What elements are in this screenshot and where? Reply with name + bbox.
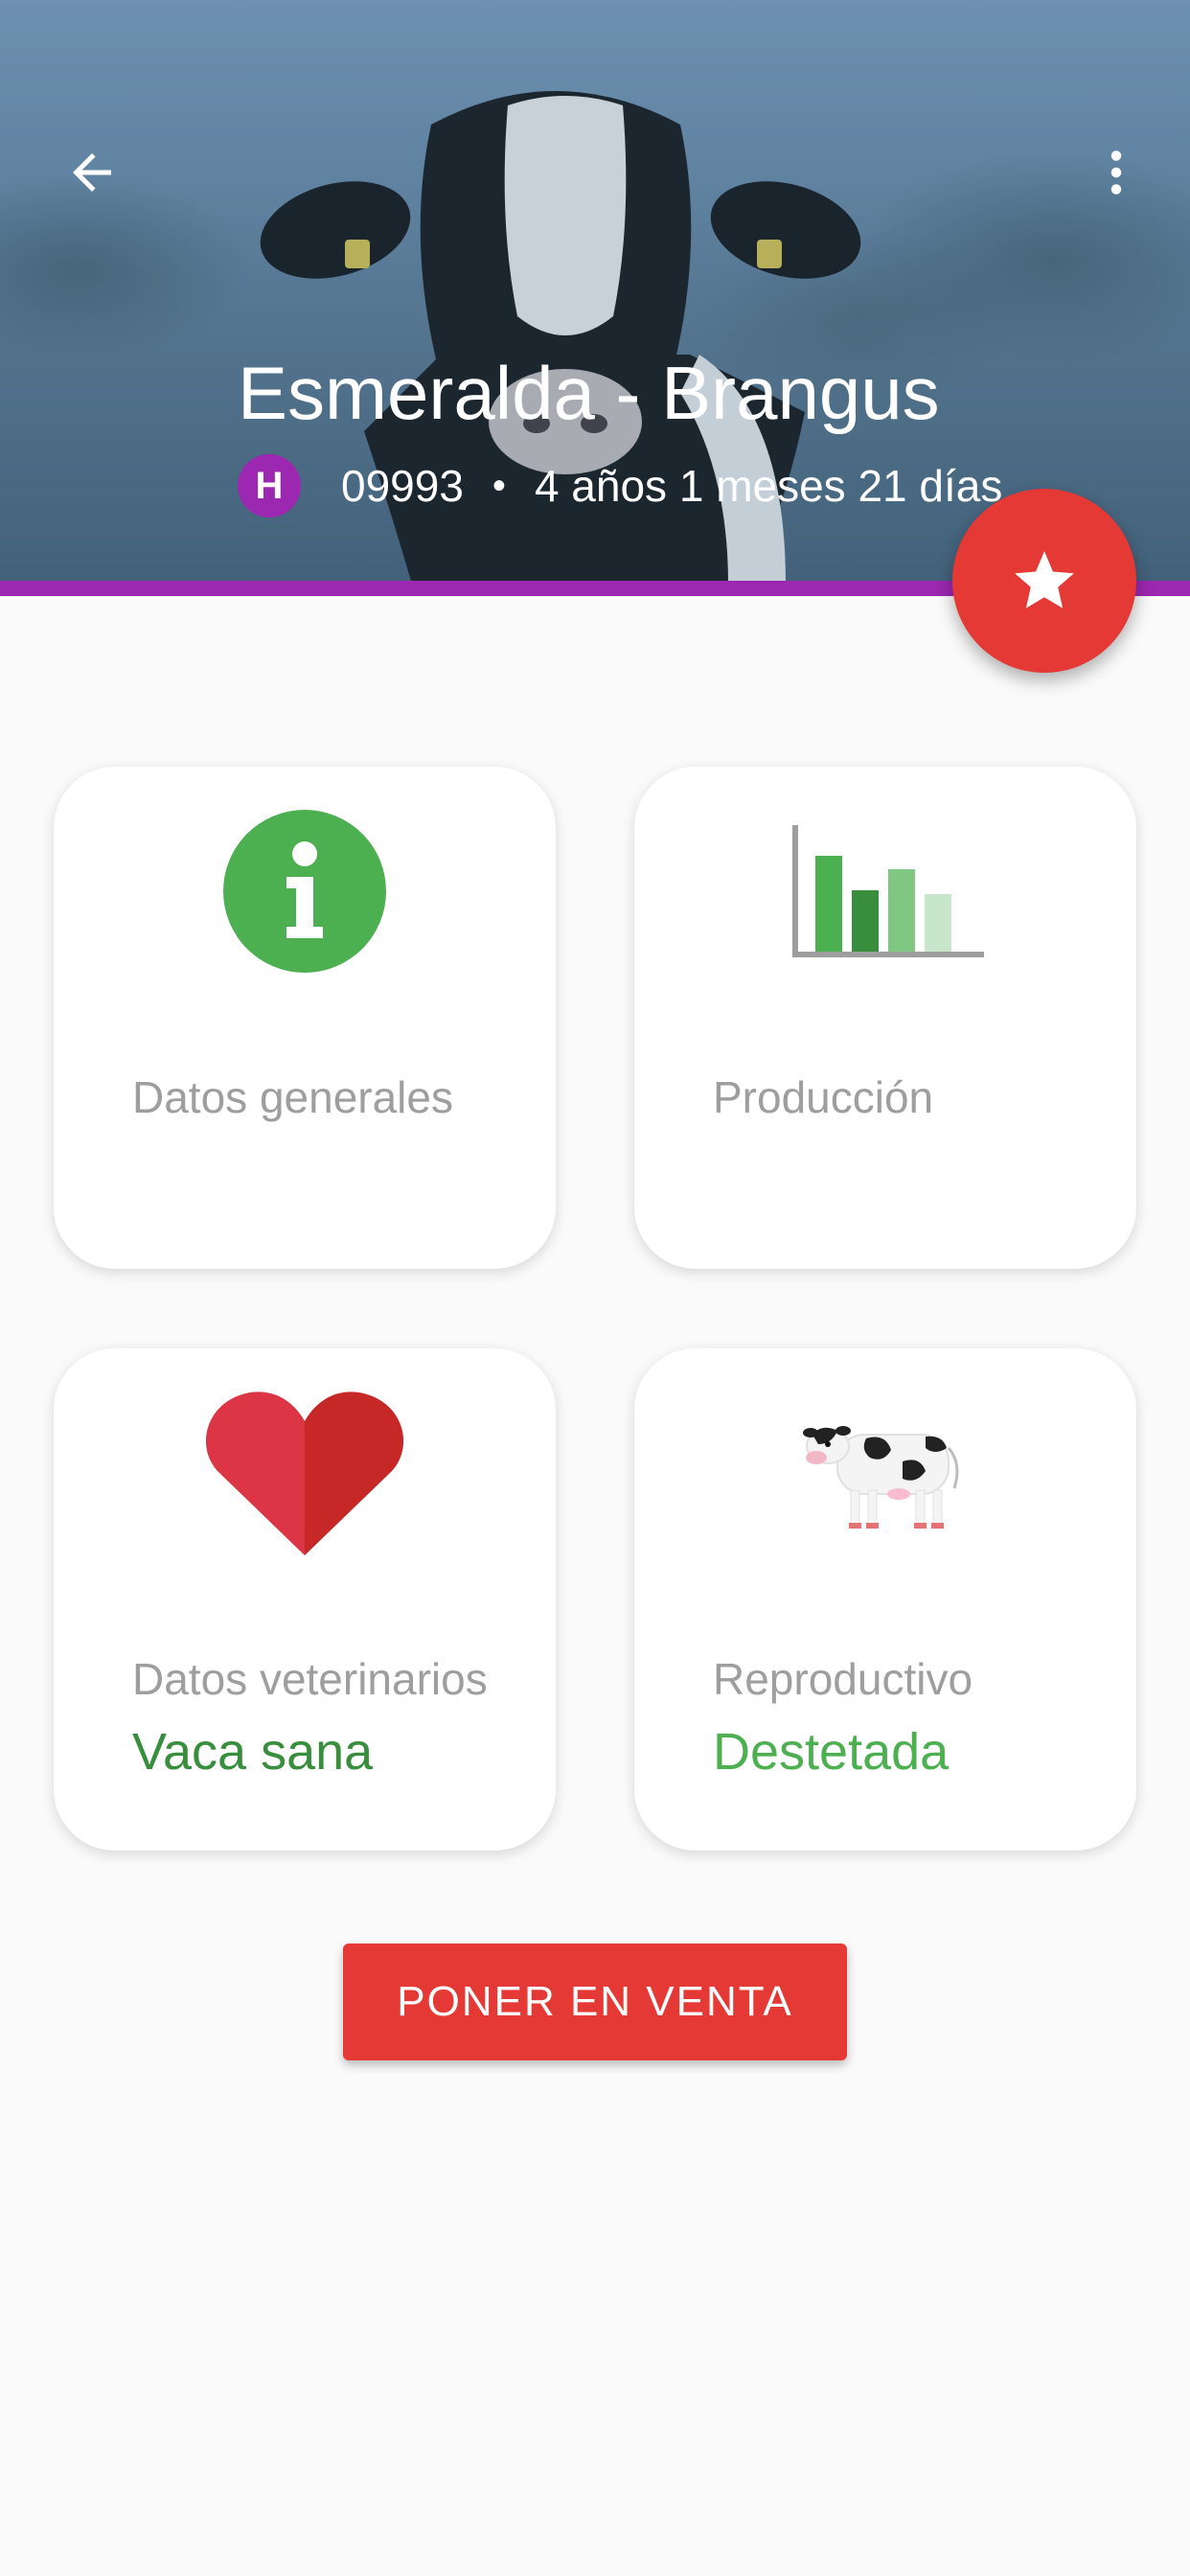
separator-dot: • [492, 464, 506, 507]
arrow-back-icon [73, 153, 111, 192]
animal-name: Esmeralda - Brangus [238, 351, 940, 435]
sell-button[interactable]: PONER EN VENTA [343, 1944, 847, 2060]
animal-age: 4 años 1 meses 21 días [534, 461, 1003, 511]
cow-icon [803, 1426, 959, 1529]
health-status: Vaca sana [132, 1723, 374, 1781]
card-label: Datos generales [132, 1072, 453, 1122]
bar-chart-icon [792, 825, 984, 957]
favorite-button[interactable] [952, 489, 1136, 673]
animal-subtitle: H 09993 • 4 años 1 meses 21 días [238, 454, 1002, 518]
more-vert-icon [1110, 150, 1122, 195]
sex-badge: H [238, 454, 301, 518]
back-button[interactable] [52, 132, 132, 213]
animal-id: 09993 [341, 461, 464, 511]
card-label: Reproductivo [713, 1654, 973, 1704]
heart-icon [205, 1392, 404, 1555]
card-reproductivo[interactable]: Reproductivo Destetada [634, 1348, 1136, 1851]
reproductive-status: Destetada [713, 1723, 950, 1781]
card-label: Producción [713, 1072, 934, 1122]
card-datos-veterinarios[interactable]: Datos veterinarios Vaca sana [54, 1348, 556, 1851]
card-produccion[interactable]: Producción [634, 767, 1136, 1269]
card-label: Datos veterinarios [132, 1654, 488, 1704]
more-options-button[interactable] [1073, 132, 1159, 213]
card-datos-generales[interactable]: Datos generales [54, 767, 556, 1269]
info-icon [223, 810, 386, 973]
star-icon [1015, 551, 1074, 609]
